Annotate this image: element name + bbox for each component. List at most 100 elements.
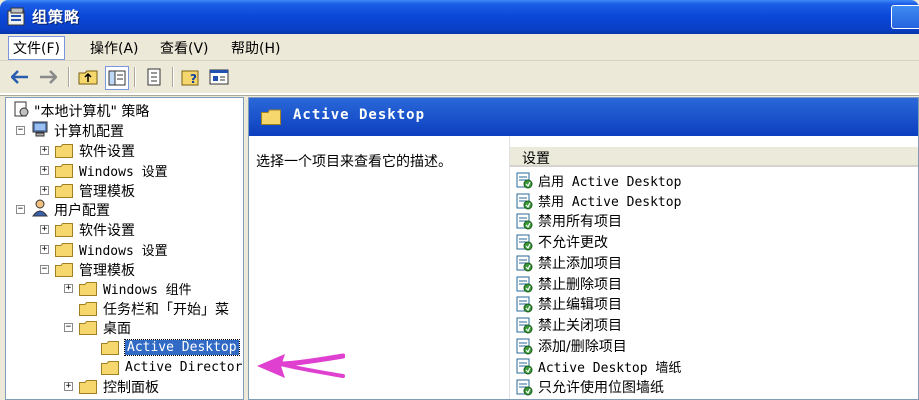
collapse-icon[interactable]: − xyxy=(40,265,49,274)
toolbar-separator xyxy=(172,67,174,87)
folder-icon xyxy=(101,360,119,375)
details-header: Active Desktop xyxy=(249,98,918,136)
setting-row[interactable]: 禁止删除项目 xyxy=(516,274,622,294)
folder-open-icon xyxy=(79,320,97,335)
collapse-icon[interactable]: − xyxy=(64,323,73,332)
policy-setting-icon xyxy=(516,275,534,293)
setting-row[interactable]: 只允许使用位图墙纸 xyxy=(516,377,664,397)
setting-label: 禁止添加项目 xyxy=(538,255,622,272)
policy-setting-icon xyxy=(516,316,534,334)
setting-row[interactable]: 禁止添加项目 xyxy=(516,253,622,273)
folder-icon xyxy=(261,109,281,129)
expand-icon[interactable]: + xyxy=(40,225,49,234)
toolbar: ? xyxy=(0,61,919,95)
tree-item-cc-software[interactable]: + 软件设置 xyxy=(40,141,135,160)
setting-label: Active Desktop 墙纸 xyxy=(538,360,682,376)
folder-icon xyxy=(55,163,73,178)
tree-root[interactable]: "本地计算机" 策略 xyxy=(12,101,149,120)
tree-item-windows-components[interactable]: + Windows 组件 xyxy=(64,279,192,298)
tree-item-user-config[interactable]: − 用户配置 xyxy=(16,199,110,219)
setting-label: 添加/删除项目 xyxy=(538,338,627,355)
tree-item-active-directory[interactable]: Active Director xyxy=(101,358,242,377)
policy-setting-icon xyxy=(516,378,534,396)
folder-icon xyxy=(55,222,73,237)
policy-setting-icon xyxy=(516,254,534,272)
setting-row[interactable]: Active Desktop 墙纸 xyxy=(516,356,681,376)
setting-label: 禁用 Active Desktop xyxy=(538,195,682,211)
menu-bar: 文件(F) 操作(A) 查看(V) 帮助(H) xyxy=(0,34,919,61)
policy-setting-icon xyxy=(516,295,534,313)
setting-row[interactable]: 禁用所有项目 xyxy=(516,211,622,231)
up-folder-icon[interactable] xyxy=(77,66,99,88)
settings-list[interactable]: 设置 启用 Active Desktop 禁用 Active Desktop 禁用所… xyxy=(509,136,918,399)
setting-row[interactable]: 禁用 Active Desktop xyxy=(516,191,681,211)
setting-row[interactable]: 启用 Active Desktop xyxy=(516,170,681,190)
tree-item-computer-config[interactable]: − 计算机配置 xyxy=(16,121,124,140)
tree-label: 桌面 xyxy=(103,320,131,337)
tree-item-control-panel[interactable]: + 控制面板 xyxy=(64,377,159,396)
expand-icon[interactable]: + xyxy=(40,186,49,195)
tree-item-uc-software[interactable]: + 软件设置 xyxy=(40,220,135,239)
policy-setting-icon xyxy=(516,171,534,189)
tree-label: 软件设置 xyxy=(79,143,135,160)
tree-label: 软件设置 xyxy=(79,222,135,239)
expand-icon[interactable]: + xyxy=(40,245,49,254)
setting-row[interactable]: 添加/删除项目 xyxy=(516,336,627,356)
folder-open-icon xyxy=(55,262,73,277)
folder-icon xyxy=(55,143,73,158)
title-bar[interactable]: 组策略 xyxy=(0,0,919,34)
tree-item-uc-windows[interactable]: + Windows 设置 xyxy=(40,240,168,259)
tree-label: Active Desktop xyxy=(124,339,240,356)
menu-view[interactable]: 查看(V) xyxy=(158,38,211,58)
tree-item-desktop[interactable]: − 桌面 xyxy=(64,318,131,337)
details-pane: Active Desktop 选择一个项目来查看它的描述。 设置 启用 Acti… xyxy=(248,97,919,400)
folder-open-icon xyxy=(101,340,119,355)
expand-icon[interactable]: + xyxy=(40,146,49,155)
tree-item-cc-admin[interactable]: + 管理模板 xyxy=(40,181,135,200)
expand-icon[interactable]: + xyxy=(64,284,73,293)
tree-pane[interactable]: "本地计算机" 策略 − 计算机配置 + 软件设置 + Windows 设置 +… xyxy=(5,97,244,400)
setting-label: 禁止关闭项目 xyxy=(538,317,622,334)
setting-row[interactable]: 禁止关闭项目 xyxy=(516,315,622,335)
menu-help[interactable]: 帮助(H) xyxy=(229,38,282,58)
expand-icon[interactable]: + xyxy=(40,166,49,175)
group-policy-icon xyxy=(6,7,28,27)
tree-label: 管理模板 xyxy=(79,183,135,200)
setting-row[interactable]: 不允许更改 xyxy=(516,232,608,252)
setting-label: 只允许使用位图墙纸 xyxy=(538,380,664,396)
show-hide-tree-icon[interactable] xyxy=(105,66,129,90)
collapse-icon[interactable]: − xyxy=(16,126,25,135)
policy-setting-icon xyxy=(516,233,534,251)
setting-row[interactable]: 禁止编辑项目 xyxy=(516,294,622,314)
tree-label: 控制面板 xyxy=(103,379,159,396)
tree-label: 用户配置 xyxy=(54,202,110,219)
collapse-icon[interactable]: − xyxy=(16,205,25,214)
help-icon[interactable]: ? xyxy=(180,66,202,88)
toolbar-separator xyxy=(68,67,70,87)
folder-icon xyxy=(55,183,73,198)
setting-label: 禁止删除项目 xyxy=(538,276,622,293)
tree-item-uc-admin[interactable]: − 管理模板 xyxy=(40,260,135,279)
policy-setting-icon xyxy=(516,212,534,230)
tree-item-cc-windows[interactable]: + Windows 设置 xyxy=(40,161,168,180)
menu-file[interactable]: 文件(F) xyxy=(8,36,65,60)
minimize-button[interactable] xyxy=(891,5,919,29)
forward-icon[interactable] xyxy=(37,66,59,88)
tree-label: 计算机配置 xyxy=(54,123,124,140)
menu-action[interactable]: 操作(A) xyxy=(88,38,141,58)
setting-label: 不允许更改 xyxy=(538,235,608,252)
setting-label: 禁用所有项目 xyxy=(538,214,622,231)
tree-item-taskbar[interactable]: 任务栏和「开始」菜 xyxy=(79,299,229,318)
folder-icon xyxy=(79,301,97,316)
setting-label: 禁止编辑项目 xyxy=(538,297,622,314)
setting-label: 启用 Active Desktop xyxy=(538,174,682,190)
export-list-icon[interactable] xyxy=(143,66,165,88)
tree-item-active-desktop[interactable]: Active Desktop xyxy=(101,338,240,357)
tree-label: "本地计算机" 策略 xyxy=(34,103,150,120)
expand-icon[interactable]: + xyxy=(64,382,73,391)
properties-icon[interactable] xyxy=(208,66,230,88)
toolbar-separator xyxy=(134,67,136,87)
column-header-settings[interactable]: 设置 xyxy=(510,147,918,167)
back-icon[interactable] xyxy=(9,66,31,88)
folder-icon xyxy=(79,281,97,296)
